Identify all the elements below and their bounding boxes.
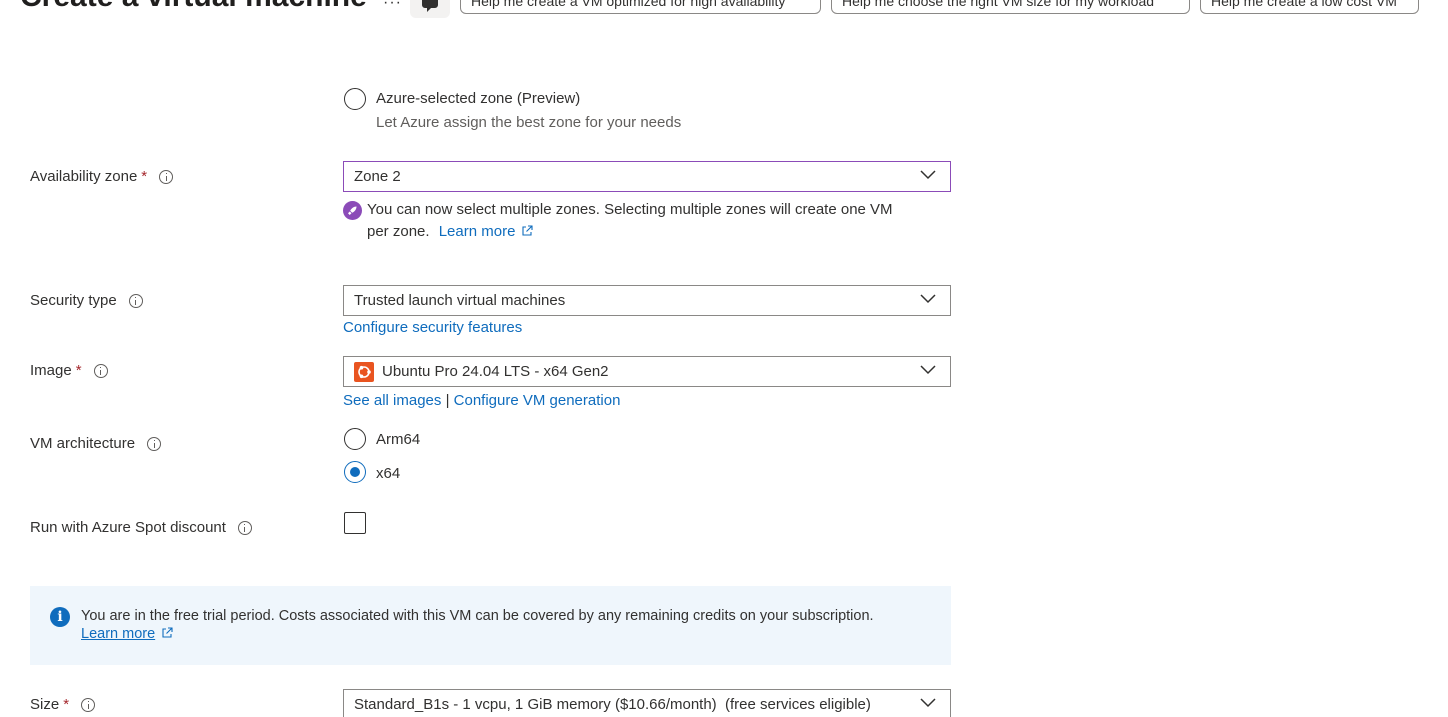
vm-create-page: Create a virtual machine ··· Help me cre… (0, 0, 1448, 717)
security-type-select[interactable]: Trusted launch virtual machines (343, 285, 951, 316)
copilot-icon (422, 0, 438, 12)
suggestion-vm-size[interactable]: Help me choose the right VM size for my … (831, 0, 1190, 14)
link-separator: | (445, 392, 450, 409)
multi-zone-notice-text: per zone. (367, 223, 430, 240)
learn-more-link[interactable]: Learn more (439, 223, 534, 240)
security-type-label-text: Security type (30, 292, 117, 309)
arm64-label: Arm64 (376, 431, 421, 448)
info-icon[interactable] (159, 169, 174, 184)
image-value: Ubuntu Pro 24.04 LTS - x64 Gen2 (382, 363, 609, 380)
info-icon[interactable] (237, 520, 252, 535)
availability-zone-value: Zone 2 (354, 168, 401, 185)
see-all-images-link[interactable]: See all images (343, 392, 441, 409)
external-link-icon (522, 225, 533, 236)
x64-radio[interactable] (344, 461, 366, 483)
learn-more-link-text: Learn more (438, 223, 516, 240)
configure-security-features-link[interactable]: Configure security features (343, 319, 522, 336)
rocket-icon (343, 201, 362, 220)
banner-learn-more-text: Learn more (81, 626, 156, 642)
availability-zone-label-text: Availability zone (30, 168, 138, 185)
image-label: Image * (30, 362, 108, 379)
size-label-text: Size (30, 696, 60, 713)
free-trial-banner: i You are in the free trial period. Cost… (30, 586, 951, 665)
azure-selected-zone-description: Let Azure assign the best zone for your … (376, 114, 682, 131)
info-icon[interactable] (81, 697, 96, 712)
ubuntu-icon (354, 361, 374, 382)
security-type-value: Trusted launch virtual machines (354, 292, 566, 309)
size-value: Standard_B1s - 1 vcpu, 1 GiB memory ($10… (354, 696, 871, 713)
azure-selected-zone-label: Azure-selected zone (Preview) (376, 90, 581, 107)
image-label-text: Image (30, 362, 72, 379)
size-select[interactable]: Standard_B1s - 1 vcpu, 1 GiB memory ($10… (343, 689, 951, 717)
copilot-button[interactable] (410, 0, 450, 18)
suggestion-high-availability[interactable]: Help me create a VM optimized for high a… (460, 0, 821, 14)
info-icon[interactable] (93, 363, 108, 378)
required-marker: * (141, 168, 148, 185)
availability-zone-select[interactable]: Zone 2 (343, 161, 951, 192)
security-type-label: Security type (30, 292, 143, 309)
more-options-button[interactable]: ··· (383, 0, 402, 12)
multi-zone-notice-line1: You can now select multiple zones. Selec… (367, 201, 893, 218)
chevron-down-icon (920, 698, 936, 708)
suggestion-low-cost[interactable]: Help me create a low cost VM (1200, 0, 1419, 14)
x64-label: x64 (376, 465, 401, 482)
image-select[interactable]: Ubuntu Pro 24.04 LTS - x64 Gen2 (343, 356, 951, 387)
image-links: See all images | Configure VM generation (343, 392, 620, 409)
arm64-radio[interactable] (344, 428, 366, 450)
spot-discount-checkbox[interactable] (344, 512, 366, 534)
chevron-down-icon (920, 170, 936, 180)
free-trial-text: You are in the free trial period. Costs … (81, 608, 874, 624)
multi-zone-notice-line2: per zone. Learn more (367, 223, 533, 240)
spot-discount-label-text: Run with Azure Spot discount (30, 519, 226, 536)
availability-zone-label: Availability zone * (30, 168, 174, 185)
spot-discount-label: Run with Azure Spot discount (30, 519, 252, 536)
required-marker: * (75, 362, 82, 379)
info-icon[interactable] (128, 293, 143, 308)
info-filled-icon: i (50, 607, 70, 627)
required-marker: * (63, 696, 70, 713)
chevron-down-icon (920, 365, 936, 375)
vm-architecture-label: VM architecture (30, 435, 162, 452)
vm-architecture-label-text: VM architecture (30, 435, 136, 452)
external-link-icon (162, 627, 173, 638)
page-title: Create a virtual machine (20, 0, 367, 14)
size-label: Size * (30, 696, 96, 713)
azure-selected-zone-radio[interactable] (344, 88, 366, 110)
info-icon[interactable] (147, 436, 162, 451)
banner-learn-more-link[interactable]: Learn more (81, 626, 173, 642)
chevron-down-icon (920, 294, 936, 304)
configure-vm-generation-link[interactable]: Configure VM generation (454, 392, 621, 409)
